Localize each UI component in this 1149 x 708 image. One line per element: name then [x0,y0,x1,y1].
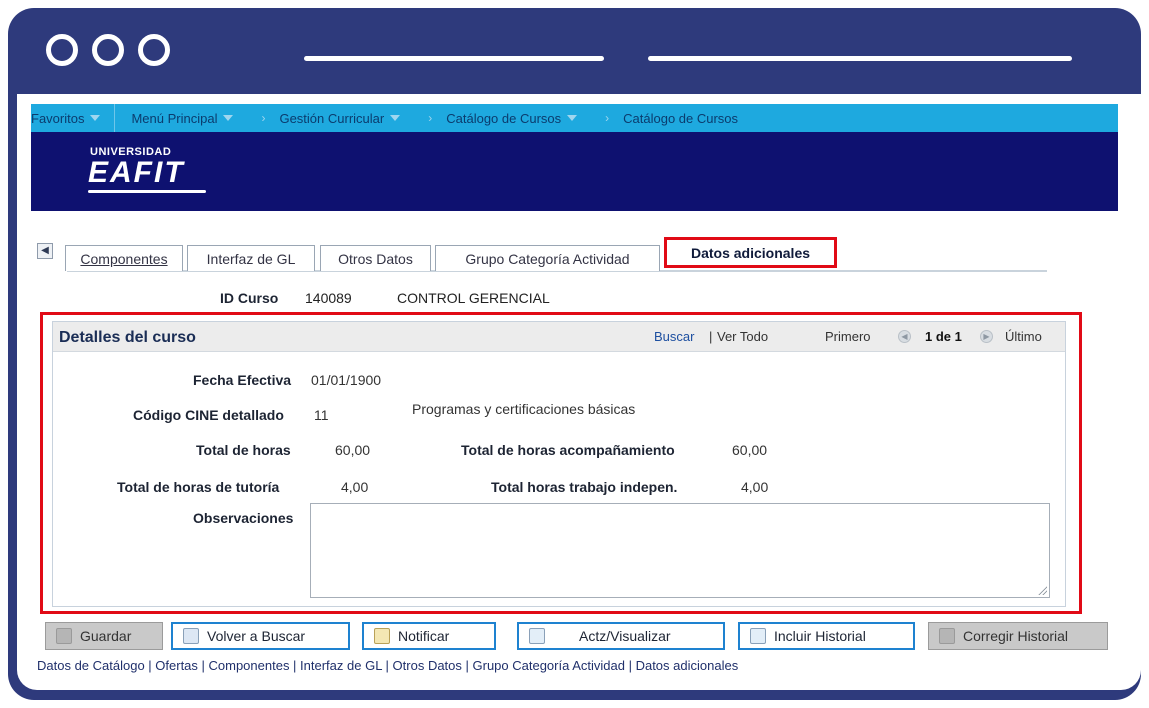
nav-catalogo-cursos-current[interactable]: Catálogo de Cursos [623,111,738,126]
course-id-label: ID Curso [220,290,279,306]
volver-buscar-button[interactable]: Volver a Buscar [171,622,350,650]
observaciones-textarea[interactable] [310,503,1050,598]
total-acompanamiento-value: 60,00 [732,442,768,458]
tab-grupo-categoria-actividad[interactable]: Grupo Categoría Actividad [435,245,660,271]
nav-favoritos-label: Favoritos [31,110,85,126]
previous-arrow-icon[interactable]: ◀ [898,330,911,343]
window-title-bar-line [304,56,604,61]
tab-grupo-categoria-label: Grupo Categoría Actividad [465,250,630,267]
refresh-view-icon [529,628,545,644]
ultimo-link[interactable]: Último [1005,329,1042,344]
return-search-icon [183,628,199,644]
window-title-bar-line [648,56,1072,61]
window-controls [46,34,170,66]
details-panel: Detalles del curso Buscar | Ver Todo Pri… [52,321,1066,607]
chevron-down-icon [567,115,578,121]
chevron-down-icon [390,115,401,121]
total-horas-label: Total de horas [196,442,291,458]
total-tutoria-label: Total de horas de tutoría [117,479,280,495]
nav-divider [114,104,116,132]
course-id-value: 140089 [305,290,352,306]
details-header: Detalles del curso Buscar | Ver Todo Pri… [53,322,1065,352]
incluir-historial-button[interactable]: Incluir Historial [738,622,915,650]
ver-todo-link[interactable]: Ver Todo [717,329,768,344]
window-dot-icon[interactable] [138,34,170,66]
top-navigation-bar: Favoritos Menú Principal › Gestión Curri… [31,104,1118,132]
logo-text-main: EAFIT [88,156,185,189]
notify-icon [374,628,390,644]
nav-catalogo-cursos-current-label: Catálogo de Cursos [623,110,739,126]
nav-gestion-curricular[interactable]: Gestión Curricular [279,111,414,126]
include-history-icon [750,628,766,644]
corregir-historial-label: Corregir Historial [963,628,1069,644]
total-indep-value: 4,00 [741,479,769,495]
total-indep-label: Total horas trabajo indepen. [491,479,678,495]
chevron-right-icon: › [428,111,433,125]
total-acompanamiento-label: Total de horas acompañamiento [461,442,675,458]
incluir-historial-label: Incluir Historial [774,628,866,644]
page-content: Favoritos Menú Principal › Gestión Curri… [17,94,1141,690]
tab-otros-datos[interactable]: Otros Datos [320,245,431,271]
codigo-cine-label: Código CINE detallado [133,407,284,423]
tab-otros-datos-label: Otros Datos [338,250,413,267]
tab-bar: ◀ Componentes Interfaz de GL Otros Datos… [37,237,1057,273]
tab-componentes[interactable]: Componentes [65,245,183,271]
volver-buscar-label: Volver a Buscar [207,628,306,644]
header-banner: UNIVERSIDAD EAFIT [31,132,1118,211]
tab-componentes-label: Componentes [80,250,168,267]
chevron-down-icon [223,115,234,121]
guardar-label: Guardar [80,628,132,644]
correct-history-icon [939,628,955,644]
observaciones-label: Observaciones [193,510,294,526]
details-highlight-box: Detalles del curso Buscar | Ver Todo Pri… [40,312,1082,614]
tab-interfaz-gl-label: Interfaz de GL [206,250,296,267]
window-dot-icon[interactable] [92,34,124,66]
total-horas-value: 60,00 [335,442,371,458]
tab-datos-adicionales-label: Datos adicionales [690,244,811,261]
footer-page-links[interactable]: Datos de Catálogo | Ofertas | Componente… [37,658,738,673]
header-divider: | [709,329,713,344]
window-dot-icon[interactable] [46,34,78,66]
tab-interfaz-gl[interactable]: Interfaz de GL [187,245,315,271]
save-icon [56,628,72,644]
actz-visualizar-button[interactable]: Actz/Visualizar [517,622,725,650]
nav-menu-principal[interactable]: Menú Principal [131,111,247,126]
nav-gestion-curricular-label: Gestión Curricular [279,110,385,126]
nav-catalogo-cursos[interactable]: Catálogo de Cursos [446,111,591,126]
chevron-right-icon: › [261,111,266,125]
details-title: Detalles del curso [59,329,196,346]
guardar-button[interactable]: Guardar [45,622,163,650]
chevron-down-icon [90,115,101,121]
nav-menu-principal-label: Menú Principal [131,110,218,126]
notificar-button[interactable]: Notificar [362,622,496,650]
codigo-cine-value: 11 [314,407,329,423]
pager-count: 1 de 1 [925,329,962,344]
logo-underline [88,190,206,193]
tab-scroll-left-icon[interactable]: ◀ [37,243,53,259]
fecha-efectiva-label: Fecha Efectiva [193,372,292,388]
resize-grip-icon[interactable] [1037,585,1047,595]
total-tutoria-value: 4,00 [341,479,369,495]
course-name: CONTROL GERENCIAL [397,290,550,306]
buscar-link[interactable]: Buscar [654,329,694,344]
notificar-label: Notificar [398,628,450,644]
nav-favoritos[interactable]: Favoritos [31,111,114,126]
nav-catalogo-cursos-label: Catálogo de Cursos [446,110,562,126]
codigo-cine-description: Programas y certificaciones básicas [412,401,636,417]
chevron-right-icon: › [605,111,610,125]
corregir-historial-button[interactable]: Corregir Historial [928,622,1108,650]
fecha-efectiva-value: 01/01/1900 [311,372,382,388]
next-arrow-icon[interactable]: ▶ [980,330,993,343]
tab-datos-adicionales[interactable]: Datos adicionales [664,237,837,268]
actz-visualizar-label: Actz/Visualizar [579,628,671,644]
primero-link[interactable]: Primero [825,329,871,344]
